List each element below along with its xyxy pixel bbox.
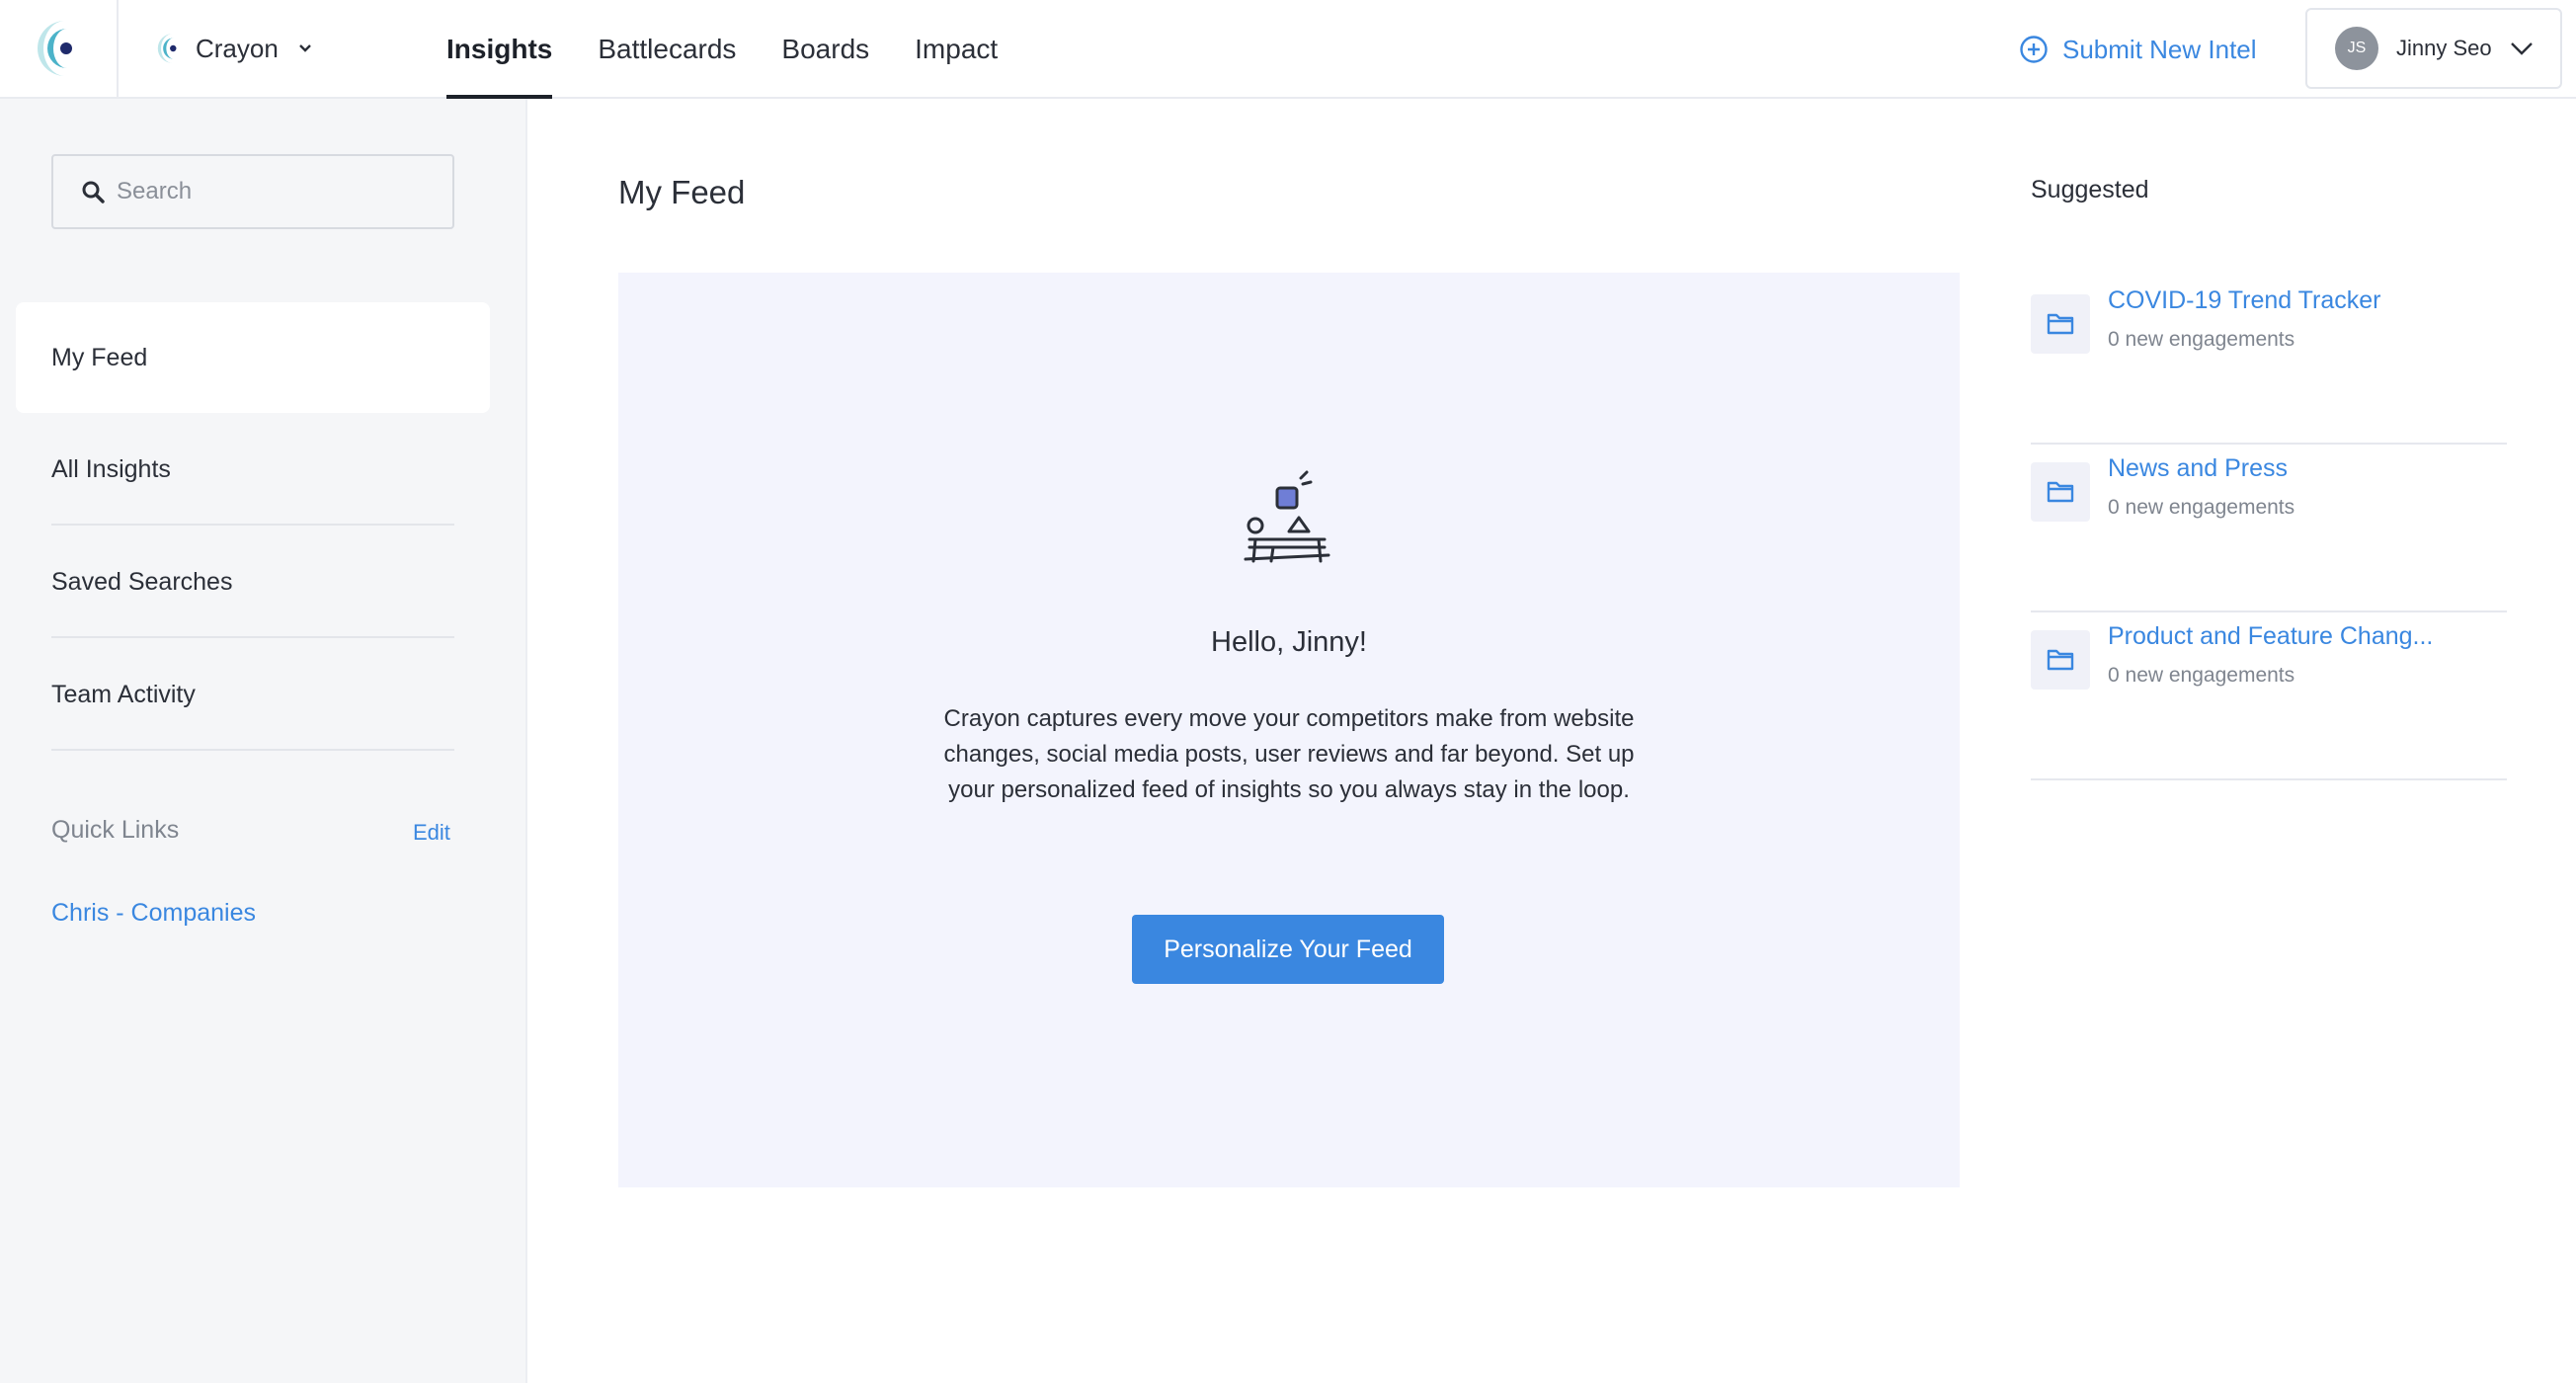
top-navigation-bar: Crayon Insights Battlecards Boards Impac… [0, 0, 2576, 99]
tab-boards[interactable]: Boards [781, 0, 869, 99]
search-icon [82, 181, 105, 203]
submit-new-intel-button[interactable]: Submit New Intel [2019, 30, 2257, 69]
user-menu[interactable]: JS Jinny Seo [2305, 8, 2562, 89]
suggested-item-name[interactable]: Product and Feature Chang... [2108, 622, 2433, 651]
chevron-down-icon [2510, 42, 2533, 55]
quick-links-heading: Quick Links [51, 816, 180, 844]
folder-icon [2031, 630, 2090, 690]
page-title: My Feed [618, 174, 746, 210]
folder-icon [2031, 462, 2090, 522]
suggested-item-engagements: 0 new engagements [2108, 664, 2295, 687]
suggested-item[interactable]: COVID-19 Trend Tracker 0 new engagements [2031, 277, 2507, 445]
empty-feed-card: Hello, Jinny! Crayon captures every move… [618, 273, 1960, 1187]
submit-new-intel-label: Submit New Intel [2062, 34, 2257, 64]
main-nav-tabs: Insights Battlecards Boards Impact [446, 0, 1043, 99]
suggested-item[interactable]: Product and Feature Chang... 0 new engag… [2031, 612, 2507, 780]
suggested-item[interactable]: News and Press 0 new engagements [2031, 445, 2507, 612]
quick-links-edit-link[interactable]: Edit [413, 820, 450, 846]
suggested-item-engagements: 0 new engagements [2108, 328, 2295, 351]
sidebar-item-team-activity[interactable]: Team Activity [51, 640, 454, 751]
avatar: JS [2335, 27, 2378, 70]
search-input[interactable] [117, 178, 433, 205]
app-logo[interactable] [0, 0, 119, 97]
sidebar-item-my-feed[interactable]: My Feed [16, 302, 490, 413]
suggested-item-name[interactable]: News and Press [2108, 454, 2288, 483]
suggested-heading: Suggested [2031, 176, 2149, 203]
workspace-name: Crayon [196, 33, 279, 63]
sidebar-item-saved-searches[interactable]: Saved Searches [51, 528, 454, 638]
user-name: Jinny Seo [2396, 36, 2492, 60]
search-box[interactable] [51, 154, 454, 229]
quick-link-item[interactable]: Chris - Companies [51, 899, 256, 928]
workspace-switcher[interactable]: Crayon [156, 24, 312, 73]
crayon-logo-icon [157, 34, 177, 63]
greeting-heading: Hello, Jinny! [1211, 626, 1367, 658]
sidebar-item-all-insights[interactable]: All Insights [51, 415, 454, 526]
empty-state-description: Crayon captures every move your competit… [943, 705, 1635, 803]
sidebar: My Feed All Insights Saved Searches Team… [0, 99, 527, 1383]
shapes-table-illustration [1244, 470, 1330, 563]
plus-circle-icon [2020, 36, 2048, 63]
suggested-item-engagements: 0 new engagements [2108, 496, 2295, 519]
tab-insights[interactable]: Insights [446, 0, 553, 99]
chevron-down-icon [298, 44, 311, 52]
folder-icon [2031, 294, 2090, 354]
crayon-logo-icon [38, 21, 72, 76]
tab-impact[interactable]: Impact [915, 0, 998, 99]
tab-battlecards[interactable]: Battlecards [598, 0, 736, 99]
personalize-feed-button[interactable]: Personalize Your Feed [1132, 915, 1444, 984]
suggested-item-name[interactable]: COVID-19 Trend Tracker [2108, 286, 2380, 315]
